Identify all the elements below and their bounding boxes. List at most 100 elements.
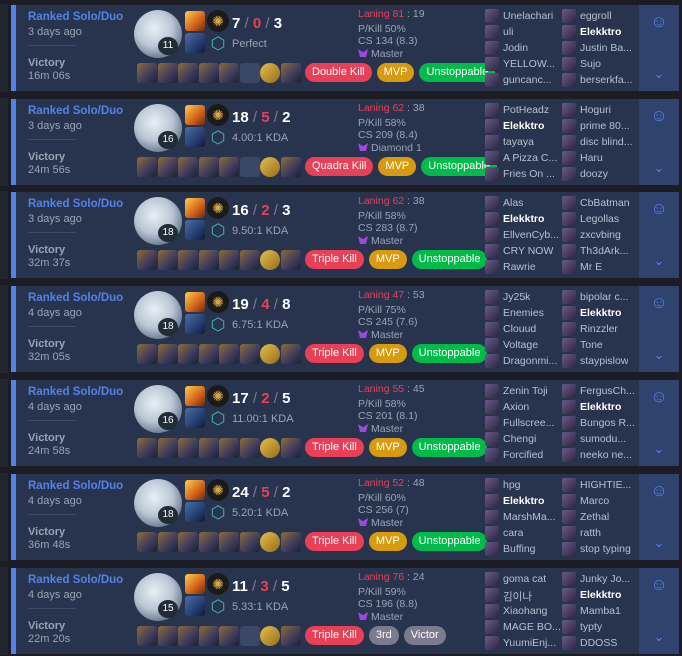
player-row[interactable]: Haru xyxy=(562,150,642,166)
item-icon[interactable] xyxy=(239,438,260,458)
player-row[interactable]: Unelachari xyxy=(485,8,565,24)
item-icon[interactable] xyxy=(198,63,219,83)
player-row[interactable]: staypislow xyxy=(562,353,642,369)
player-row[interactable]: EllvenCyb... xyxy=(485,227,565,243)
player-name[interactable]: Sujo xyxy=(580,58,601,70)
item-icon[interactable] xyxy=(198,438,219,458)
player-row[interactable]: stop typing xyxy=(562,541,642,557)
trinket-ward-icon[interactable] xyxy=(260,532,280,552)
player-name[interactable]: typty xyxy=(580,621,602,633)
chevron-down-icon[interactable]: ⌄ xyxy=(650,254,668,268)
player-name[interactable]: doozy xyxy=(580,168,608,180)
player-row[interactable]: HIGHTIE... xyxy=(562,477,642,493)
player-name[interactable]: Clouud xyxy=(503,323,536,335)
match-card[interactable]: Ranked Solo/Duo 4 days ago Victory 24m 58s 1… xyxy=(11,380,679,466)
item-icon[interactable] xyxy=(137,250,157,270)
item-icon[interactable] xyxy=(219,250,239,270)
player-name[interactable]: Alas xyxy=(503,197,523,209)
player-name[interactable]: disc blind... xyxy=(580,136,633,148)
player-row[interactable]: neeko ne... xyxy=(562,447,642,463)
ai-assistant-icon[interactable]: ☺ xyxy=(648,198,670,220)
item-icon[interactable] xyxy=(178,250,198,270)
trinket-ward-icon[interactable] xyxy=(260,157,280,177)
item-icon[interactable] xyxy=(280,532,301,552)
empty-item-slot[interactable] xyxy=(239,157,260,177)
player-name[interactable]: MAGE BO... xyxy=(503,621,561,633)
player-row[interactable]: Clouud xyxy=(485,321,565,337)
player-name[interactable]: ratth xyxy=(580,527,601,539)
player-name[interactable]: Mr E xyxy=(580,261,602,273)
player-row[interactable]: CbBatman xyxy=(562,195,642,211)
player-name[interactable]: Voltage xyxy=(503,339,538,351)
player-name[interactable]: cara xyxy=(503,527,523,539)
player-row[interactable]: Elekktro xyxy=(485,211,565,227)
player-row[interactable]: Elekktro xyxy=(562,399,642,415)
player-name[interactable]: goma cat xyxy=(503,573,546,585)
player-row[interactable]: Alas xyxy=(485,195,565,211)
chevron-down-icon[interactable]: ⌄ xyxy=(650,161,668,175)
player-row[interactable]: hpg xyxy=(485,477,565,493)
player-row[interactable]: Elekktro xyxy=(562,24,642,40)
player-name[interactable]: CRY NOW xyxy=(503,245,553,257)
player-row[interactable]: Forcified xyxy=(485,447,565,463)
player-name[interactable]: Buffing xyxy=(503,543,536,555)
player-name[interactable]: Fries On ... xyxy=(503,168,555,180)
player-name[interactable]: prime 80... xyxy=(580,120,630,132)
item-icon[interactable] xyxy=(137,344,157,364)
player-row[interactable]: MAGE BO... xyxy=(485,619,565,635)
player-row[interactable]: Elekktro xyxy=(562,587,642,603)
player-row[interactable]: DDOSS xyxy=(562,635,642,651)
player-row[interactable]: Bungos R... xyxy=(562,415,642,431)
player-name[interactable]: DDOSS xyxy=(580,637,617,649)
item-icon[interactable] xyxy=(219,532,239,552)
player-name[interactable]: Tone xyxy=(580,339,603,351)
player-row[interactable]: prime 80... xyxy=(562,118,642,134)
item-icon[interactable] xyxy=(157,250,178,270)
empty-item-slot[interactable] xyxy=(239,63,260,83)
item-icon[interactable] xyxy=(280,63,301,83)
player-name[interactable]: Marco xyxy=(580,495,609,507)
player-row[interactable]: uli xyxy=(485,24,565,40)
empty-item-slot[interactable] xyxy=(239,626,260,646)
player-name[interactable]: A Pizza C... xyxy=(503,152,557,164)
player-row[interactable]: YELLOW... xyxy=(485,56,565,72)
match-card[interactable]: Ranked Solo/Duo 3 days ago Victory 32m 37s 1… xyxy=(11,192,679,278)
item-icon[interactable] xyxy=(178,157,198,177)
player-row[interactable]: Buffing xyxy=(485,541,565,557)
player-row[interactable]: CRY NOW xyxy=(485,243,565,259)
chevron-down-icon[interactable]: ⌄ xyxy=(650,442,668,456)
player-name[interactable]: Rawrie xyxy=(503,261,536,273)
trinket-ward-icon[interactable] xyxy=(260,250,280,270)
player-name[interactable]: HIGHTIE... xyxy=(580,479,631,491)
player-name[interactable]: Hoguri xyxy=(580,104,611,116)
player-name[interactable]: Zethal xyxy=(580,511,609,523)
player-row[interactable]: typty xyxy=(562,619,642,635)
player-name[interactable]: Elekktro xyxy=(580,589,621,601)
player-row[interactable]: eggroll xyxy=(562,8,642,24)
player-name[interactable]: Elekktro xyxy=(503,120,544,132)
player-row[interactable]: berserkfa... xyxy=(562,72,642,88)
item-icon[interactable] xyxy=(198,157,219,177)
item-icon[interactable] xyxy=(239,344,260,364)
item-icon[interactable] xyxy=(219,626,239,646)
player-name[interactable]: Xiaohang xyxy=(503,605,547,617)
player-name[interactable]: berserkfa... xyxy=(580,74,633,86)
player-name[interactable]: Unelachari xyxy=(503,10,553,22)
trinket-ward-icon[interactable] xyxy=(260,626,280,646)
item-icon[interactable] xyxy=(280,626,301,646)
player-row[interactable]: Sujo xyxy=(562,56,642,72)
player-name[interactable]: CbBatman xyxy=(580,197,630,209)
player-name[interactable]: zxcvbing xyxy=(580,229,621,241)
player-row[interactable]: Junky Jo... xyxy=(562,571,642,587)
item-icon[interactable] xyxy=(178,532,198,552)
player-name[interactable]: Jy25k xyxy=(503,291,530,303)
player-row[interactable]: Elekktro xyxy=(562,305,642,321)
player-row[interactable]: disc blind... xyxy=(562,134,642,150)
player-row[interactable]: Chengi xyxy=(485,431,565,447)
player-row[interactable]: Fries On ... xyxy=(485,166,565,182)
player-name[interactable]: FergusCh... xyxy=(580,385,635,397)
item-icon[interactable] xyxy=(157,532,178,552)
item-icon[interactable] xyxy=(157,438,178,458)
item-icon[interactable] xyxy=(219,438,239,458)
player-name[interactable]: Justin Ba... xyxy=(580,42,632,54)
